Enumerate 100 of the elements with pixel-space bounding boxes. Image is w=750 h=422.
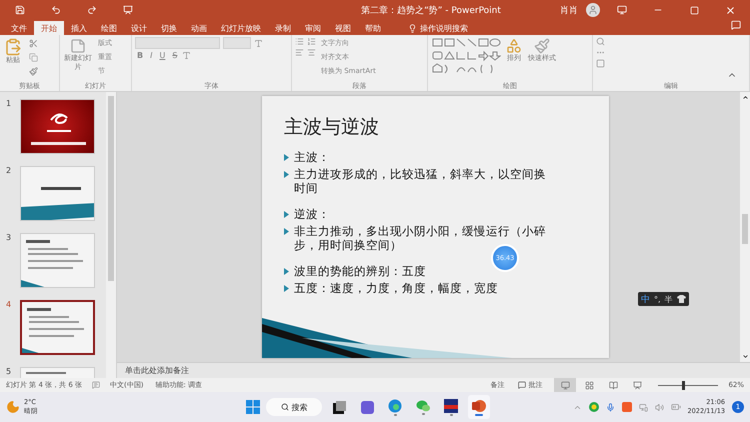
battery-icon <box>670 402 681 412</box>
bullet-text: 主波： <box>294 150 330 164</box>
font-color-icon <box>182 51 192 60</box>
monitor-icon <box>617 5 627 15</box>
bullet-icon <box>284 211 289 218</box>
ribbon-tab[interactable]: 审阅 <box>298 21 328 35</box>
start-icon[interactable] <box>246 400 260 414</box>
chat-icon <box>360 400 374 414</box>
align-center-icon <box>307 48 316 57</box>
moon-icon <box>6 400 20 414</box>
close-icon <box>724 4 736 16</box>
cut-button[interactable] <box>27 37 39 49</box>
brush-icon <box>534 38 550 54</box>
ime-punctuation[interactable]: °, <box>654 294 661 304</box>
bullet-icon <box>284 171 289 178</box>
ribbon-tab[interactable]: 设计 <box>124 21 154 35</box>
ime-width[interactable]: 半 <box>664 294 673 304</box>
scissors-icon <box>28 38 38 48</box>
bullet-text: 主力进攻形成的，比较迅猛，斜率大，以空间换时间 <box>294 167 547 195</box>
slideshow-icon <box>632 380 642 390</box>
slide-number: 1 <box>6 99 12 110</box>
comment-icon <box>518 381 526 389</box>
ribbon-tab[interactable]: 切换 <box>154 21 184 35</box>
format-painter-button[interactable] <box>27 65 39 77</box>
format-button[interactable]: B <box>135 51 146 60</box>
ime-toolbar[interactable]: 中 °, 半 <box>638 292 689 306</box>
bullet-icon <box>284 285 289 292</box>
lightbulb-icon <box>408 24 417 32</box>
redo-icon <box>87 5 97 15</box>
title-line <box>26 372 66 374</box>
tell-me-search[interactable]: 操作说明搜索 <box>402 21 474 35</box>
font-size-field[interactable] <box>223 37 251 49</box>
shapes-icon <box>506 38 522 54</box>
browser-icon <box>388 398 402 412</box>
presentation-icon <box>123 5 133 15</box>
align-left-icon <box>295 48 304 57</box>
bullet-icon <box>284 154 289 161</box>
copy-button[interactable] <box>27 51 39 63</box>
undo-icon <box>51 5 61 15</box>
shirt-icon[interactable] <box>676 295 686 303</box>
book-icon <box>608 380 618 390</box>
spelling-icon <box>92 381 100 389</box>
volume-icon <box>654 402 664 412</box>
text-lines-drawing <box>27 308 84 337</box>
format-button[interactable]: U <box>157 51 168 60</box>
save-icon <box>15 5 25 15</box>
numbering-icon <box>307 37 316 46</box>
bullet-text: 逆波： <box>294 207 330 221</box>
text-lines-drawing <box>26 240 83 269</box>
copy-icon <box>28 52 38 62</box>
avatar[interactable] <box>586 3 600 17</box>
scrollbar[interactable] <box>106 92 116 378</box>
find-icon <box>596 37 605 46</box>
bullet-text: 波里的势能的辨别：五度 <box>294 264 426 278</box>
zoom-slider-thumb[interactable] <box>682 380 686 390</box>
shapes-gallery-drawing <box>431 37 501 75</box>
network-icon <box>638 402 648 412</box>
restore-icon <box>690 6 698 14</box>
normal-view-icon <box>560 380 570 390</box>
new-slide-icon <box>70 38 86 54</box>
bullet-icon <box>284 228 289 235</box>
slide-number: 4 <box>6 300 12 311</box>
font-name-field[interactable] <box>135 37 220 49</box>
chat-bubbles-icon <box>416 399 430 412</box>
scroll-thumb[interactable] <box>742 214 748 244</box>
search-button[interactable]: 搜索 <box>266 398 322 416</box>
font-size-icon <box>254 38 263 48</box>
scrollbar[interactable] <box>740 92 750 362</box>
ribbon-tab[interactable]: 帮助 <box>358 21 388 35</box>
grid-icon <box>584 380 594 390</box>
bullet-icon <box>284 268 289 275</box>
input-method-icon[interactable] <box>622 402 632 412</box>
select-icon <box>596 59 605 68</box>
ribbon-tab[interactable]: 视图 <box>328 21 358 35</box>
scroll-thumb[interactable] <box>108 96 114 281</box>
window-title: 第二章：趋势之“势” - PowerPoint <box>360 4 502 16</box>
brush-icon <box>28 66 38 76</box>
bullet-text: 五度：速度，力度，角度，幅度，宽度 <box>294 281 498 295</box>
ribbon-tab[interactable]: 幻灯片放映 <box>214 21 268 35</box>
ribbon-tab[interactable]: 动画 <box>184 21 214 35</box>
ribbon-tab[interactable]: 插入 <box>64 21 94 35</box>
bullets-icon <box>295 37 304 46</box>
slide-number: 3 <box>6 233 12 244</box>
mic-icon <box>606 402 615 412</box>
user-icon <box>588 5 598 15</box>
notes-placeholder[interactable]: 单击此处添加备注 <box>125 365 189 376</box>
ribbon-tab[interactable]: 开始 <box>34 21 64 35</box>
slide-thumbnail[interactable] <box>20 300 95 355</box>
ribbon-tab[interactable]: 绘图 <box>94 21 124 35</box>
view-button[interactable] <box>554 378 576 392</box>
format-button[interactable]: I <box>148 51 154 60</box>
ribbon-tab[interactable]: 文件 <box>4 21 34 35</box>
task-view-icon <box>332 400 346 414</box>
scroll-down-icon[interactable] <box>742 353 748 360</box>
scroll-up-icon[interactable] <box>742 94 748 101</box>
user-name: 肖肖 <box>560 4 578 16</box>
tray-app-icon[interactable] <box>588 402 599 412</box>
ime-mode[interactable]: 中 <box>641 292 650 306</box>
format-button[interactable]: S <box>170 51 180 60</box>
ribbon-tab[interactable]: 录制 <box>268 21 298 35</box>
